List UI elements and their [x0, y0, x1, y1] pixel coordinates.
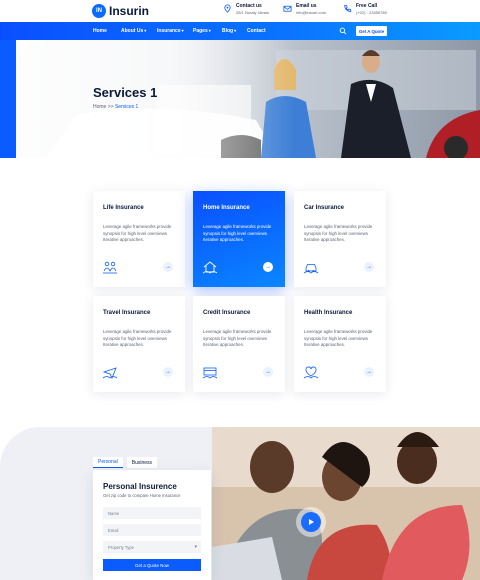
hero-photo [16, 40, 480, 158]
breadcrumb-home[interactable]: Home [93, 104, 106, 110]
contact-address: Contact us 25/1 Noraly Ukrain [223, 3, 269, 16]
breadcrumb: Home >> Services 1 [93, 104, 138, 110]
arrow-right-icon[interactable]: → [364, 262, 374, 272]
insurance-tabs: Personal Business [93, 457, 158, 468]
service-card-car[interactable]: Car Insurance Leverage agile frameworks … [294, 191, 386, 287]
nav-item-insurance[interactable]: Insurance▾ [157, 28, 184, 34]
service-card-travel[interactable]: Travel Insurance Leverage agile framewor… [93, 296, 185, 392]
chevron-down-icon: ▾ [194, 544, 197, 550]
contact-title: Free Call [356, 3, 378, 9]
quote-form: Personal Insurence Get zip code to compa… [93, 470, 211, 580]
form-title: Personal Insurence [103, 482, 177, 491]
arrow-right-icon[interactable]: → [263, 262, 273, 272]
location-icon [224, 4, 231, 13]
play-video-button[interactable] [301, 512, 321, 532]
card-title: Travel Insurance [103, 310, 151, 316]
page-title: Services 1 [93, 85, 158, 100]
hero-banner: Services 1 Home >> Services 1 [0, 40, 480, 158]
family-photo [212, 427, 480, 580]
property-type-select[interactable]: Property Type ▾ [103, 541, 201, 553]
phone-icon [344, 4, 352, 12]
health-icon [303, 366, 319, 379]
arrow-right-icon[interactable]: → [364, 367, 374, 377]
service-card-health[interactable]: Health Insurance Leverage agile framewor… [294, 296, 386, 392]
arrow-right-icon[interactable]: → [163, 367, 173, 377]
arrow-right-icon[interactable]: → [163, 262, 173, 272]
card-description: Leverage agile frameworks provide synops… [304, 224, 373, 242]
contact-value[interactable]: info@insurn.com [296, 10, 326, 16]
card-title: Home Insurance [203, 205, 250, 211]
nav-item-blog[interactable]: Blog▾ [222, 28, 236, 34]
card-description: Leverage agile frameworks provide synops… [304, 329, 373, 347]
card-description: Leverage agile frameworks provide synops… [103, 329, 172, 347]
top-bar: IN Insurin Contact us 25/1 Noraly Ukrain… [0, 0, 480, 22]
get-quote-now-button[interactable]: Get a Quote Now [103, 559, 201, 571]
card-title: Car Insurance [304, 205, 345, 211]
play-icon [309, 519, 314, 525]
tab-personal[interactable]: Personal [93, 457, 123, 468]
contact-value[interactable]: (+02) - 23456789 [356, 10, 387, 16]
name-field[interactable]: Name [103, 507, 201, 519]
breadcrumb-separator: >> [106, 104, 115, 110]
chevron-down-icon: ▾ [208, 28, 211, 33]
chevron-down-icon: ▾ [144, 28, 147, 33]
credit-icon [202, 367, 218, 379]
tab-business[interactable]: Business [126, 457, 158, 468]
main-nav: Home About Us▾ Insurance▾ Pages▾ Blog▾ C… [0, 22, 480, 40]
house-icon [202, 261, 218, 274]
chevron-down-icon: ▾ [234, 28, 237, 33]
contact-email: Email us info@insurn.com [283, 3, 326, 16]
logo-mark: IN [92, 4, 106, 18]
logo-text: Insurin [109, 4, 150, 18]
family-icon [103, 261, 117, 274]
get-quote-button[interactable]: Get A Quote [356, 26, 387, 36]
card-title: Credit Insurance [203, 310, 251, 316]
mail-icon [283, 5, 292, 12]
family-photo-illustration [212, 427, 480, 580]
contact-phone: Free Call (+02) - 23456789 [343, 3, 387, 16]
card-description: Leverage agile frameworks provide synops… [103, 224, 172, 242]
arrow-right-icon[interactable]: → [263, 367, 273, 377]
breadcrumb-current: Services 1 [114, 104, 139, 110]
email-field[interactable]: Email [103, 524, 201, 536]
search-icon[interactable] [339, 27, 347, 35]
nav-item-about[interactable]: About Us▾ [121, 28, 146, 34]
nav-item-home[interactable]: Home [93, 28, 107, 34]
plane-icon [102, 367, 118, 379]
chevron-down-icon: ▾ [181, 28, 184, 33]
card-title: Health Insurance [304, 310, 353, 316]
contact-title: Contact us [236, 3, 262, 9]
service-card-home[interactable]: Home Insurance Leverage agile frameworks… [193, 191, 285, 287]
card-description: Leverage agile frameworks provide synops… [203, 329, 272, 347]
form-subtitle: Get zip code to compare Home Insurance [103, 493, 181, 498]
service-card-credit[interactable]: Credit Insurance Leverage agile framewor… [193, 296, 285, 392]
nav-item-pages[interactable]: Pages▾ [193, 28, 211, 34]
card-title: Life Insurance [103, 205, 144, 211]
contact-title: Email us [296, 3, 317, 9]
hero-accent-stripe [0, 40, 16, 158]
nav-item-contact[interactable]: Contact [247, 28, 266, 34]
contact-value: 25/1 Noraly Ukrain [236, 10, 270, 15]
card-description: Leverage agile frameworks provide synops… [203, 224, 272, 242]
logo[interactable]: IN Insurin [92, 4, 149, 18]
car-icon [303, 264, 319, 274]
service-card-life[interactable]: Life Insurance Leverage agile frameworks… [93, 191, 185, 287]
hero-overlay [16, 40, 480, 158]
